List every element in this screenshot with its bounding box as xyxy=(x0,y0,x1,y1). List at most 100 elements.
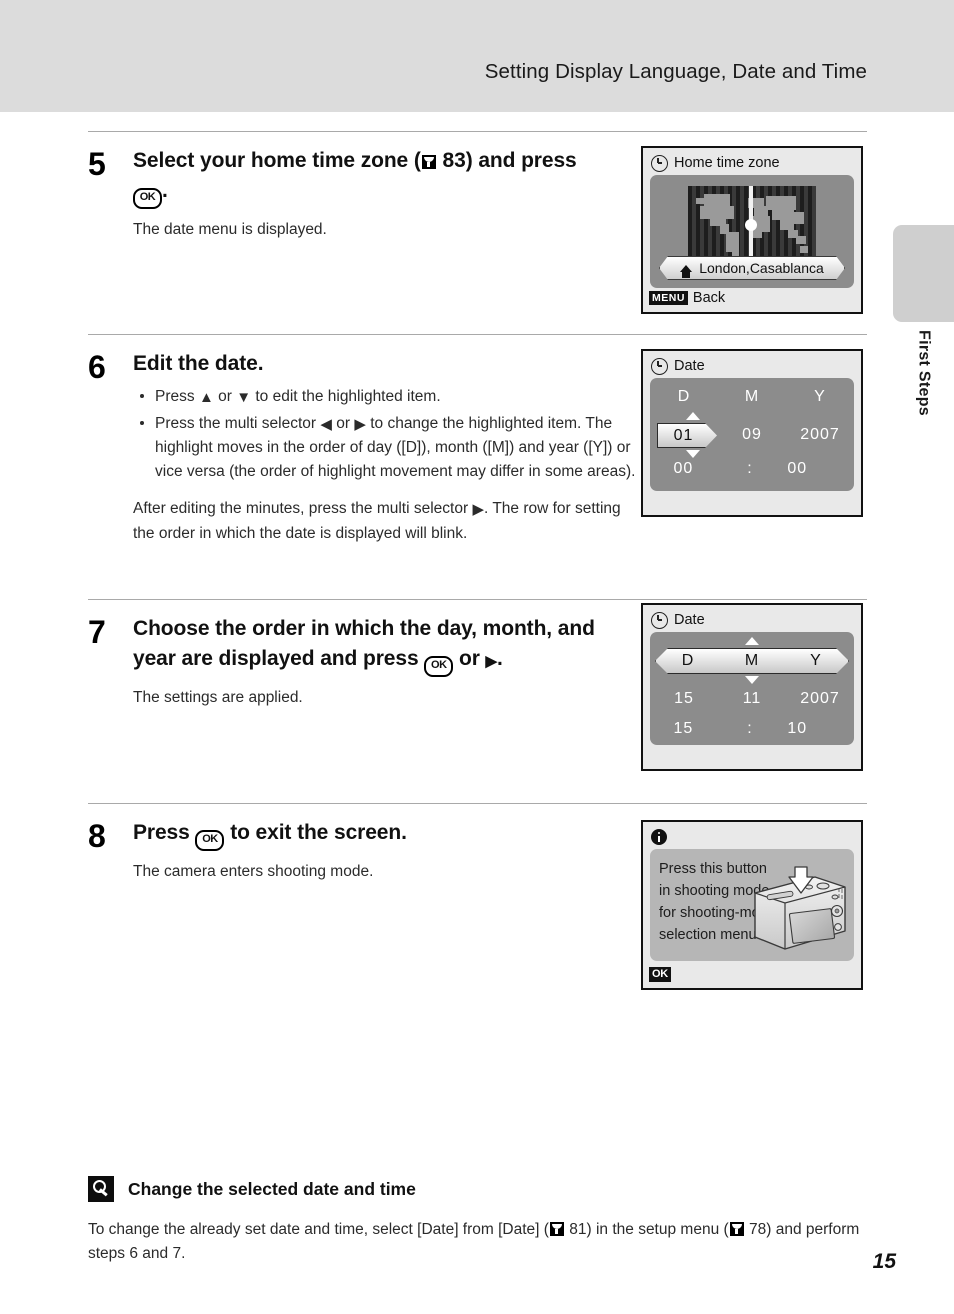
screen-footer: OK xyxy=(649,963,855,985)
step-6-heading: Edit the date. xyxy=(133,352,264,375)
year-value: 2007 xyxy=(800,426,840,443)
world-map xyxy=(688,186,816,261)
book-reference-icon xyxy=(421,155,436,169)
decrement-arrow-icon[interactable] xyxy=(745,676,759,684)
screen-panel: London,Casablanca xyxy=(650,175,854,288)
month-value: 09 xyxy=(742,426,762,443)
time-separator: : xyxy=(747,720,753,737)
col-header-day: D xyxy=(677,388,691,405)
increment-arrow-icon[interactable] xyxy=(686,412,700,420)
note-block: Change the selected date and time To cha… xyxy=(88,1176,878,1266)
step-6-para-text-a: After editing the minutes, press the mul… xyxy=(133,500,473,518)
date-grid: D M Y 15 11 2007 15 : 10 xyxy=(650,632,854,745)
screen-info-help: Press this button in shooting mode for s… xyxy=(641,820,863,990)
bullet-2-text-b: or xyxy=(331,415,355,433)
menu-button-icon: MENU xyxy=(649,291,688,305)
arrow-up-icon xyxy=(199,386,214,409)
date-order-highlight[interactable]: D M Y xyxy=(655,648,849,674)
note-title: Change the selected date and time xyxy=(128,1178,416,1199)
city-name: London,Casablanca xyxy=(699,260,824,276)
step-7-subtext: The settings are applied. xyxy=(133,688,303,706)
step-5-page-ref: 83 xyxy=(442,149,466,172)
screen-title-row: Date xyxy=(651,610,855,630)
step-8-subtext: The camera enters shooting mode. xyxy=(133,863,374,880)
date-grid: D M Y 01 09 2007 00: 00 xyxy=(650,378,854,491)
day-value: 15 xyxy=(674,690,694,707)
screen-title: Home time zone xyxy=(674,155,780,171)
screen-title-row: Date xyxy=(651,356,855,376)
tip-magnifier-icon xyxy=(88,1176,114,1202)
minute-value: 00 xyxy=(787,460,808,477)
camera-illustration xyxy=(749,865,849,955)
list-item: Press the multi selector or to change th… xyxy=(133,412,643,484)
screen-panel: D M Y 01 09 2007 00: 00 xyxy=(650,378,854,491)
bullet-1-text-c: to edit the highlighted item. xyxy=(251,387,441,405)
screen-title-row: Home time zone xyxy=(651,153,855,173)
page-number: 15 xyxy=(872,1250,896,1273)
arrow-down-icon xyxy=(236,386,251,409)
increment-arrow-icon[interactable] xyxy=(745,637,759,645)
city-selector[interactable]: London,Casablanca xyxy=(659,256,845,280)
screen-panel: D M Y 15 11 2007 15 : 10 xyxy=(650,632,854,745)
note-page-ref-1: 81 xyxy=(569,1221,587,1238)
ok-button-icon: OK xyxy=(195,830,225,851)
step-8-heading: Press OK to exit the screen. xyxy=(133,818,643,851)
chapter-tab-label: First Steps xyxy=(915,330,933,416)
chapter-tab-block xyxy=(893,225,954,322)
col-header-month: M xyxy=(744,388,760,405)
step-8-number: 8 xyxy=(88,818,106,854)
step-6: 6 Edit the date. Press or to edit the hi… xyxy=(88,335,867,597)
note-header: Change the selected date and time xyxy=(88,1176,878,1202)
screen-home-time-zone: Home time zone London,Casablanca MENU Ba… xyxy=(641,146,863,314)
order-day: D xyxy=(681,652,695,669)
step-7-heading: Choose the order in which the day, month… xyxy=(133,614,643,677)
hour-value: 00 xyxy=(673,460,694,477)
note-text-a: To change the already set date and time,… xyxy=(88,1221,549,1238)
list-item: Press or to edit the highlighted item. xyxy=(133,385,643,409)
bullet-1-text-b: or xyxy=(213,387,237,405)
minute-value: 10 xyxy=(787,720,808,737)
step-8: 8 Press OK to exit the screen. The camer… xyxy=(88,804,867,1018)
arrow-left-icon xyxy=(320,413,332,436)
arrow-right-icon xyxy=(486,651,497,672)
step-6-bullet-list: Press or to edit the highlighted item. P… xyxy=(133,385,643,485)
note-page-ref-2: 78 xyxy=(748,1221,767,1238)
step-6-paragraph: After editing the minutes, press the mul… xyxy=(133,497,643,545)
time-separator: : xyxy=(747,460,753,477)
home-icon xyxy=(680,265,692,272)
book-reference-icon xyxy=(549,1222,564,1236)
step-5-heading-text-c: . xyxy=(162,178,168,202)
month-value: 11 xyxy=(742,690,762,707)
arrow-right-icon xyxy=(354,413,366,436)
step-5-heading-text-b: ) and press xyxy=(465,149,577,172)
col-header-year: Y xyxy=(814,388,826,405)
step-8-heading-text-a: Press xyxy=(133,821,196,844)
clock-icon xyxy=(651,154,668,172)
decrement-arrow-icon[interactable] xyxy=(686,450,700,458)
step-7-heading-text-a: Choose the order in which the day, month… xyxy=(133,617,595,670)
page-header-band xyxy=(0,0,954,112)
order-month: M xyxy=(744,652,760,669)
step-5-heading-text-a: Select your home time zone ( xyxy=(133,149,421,172)
back-label: Back xyxy=(692,290,726,306)
note-body: To change the already set date and time,… xyxy=(88,1218,878,1266)
note-text-b: ) in the setup menu ( xyxy=(586,1221,729,1238)
screen-title: Date xyxy=(674,612,705,628)
bullet-2-text-a: Press the multi selector xyxy=(155,415,321,433)
ok-button-icon: OK xyxy=(133,187,162,209)
step-6-number: 6 xyxy=(88,349,106,385)
timezone-marker xyxy=(745,219,757,231)
screen-title: Date xyxy=(674,358,705,374)
step-7: 7 Choose the order in which the day, mon… xyxy=(88,600,867,803)
clock-icon xyxy=(651,611,668,629)
step-5-heading: Select your home time zone ( 83) and pre… xyxy=(133,146,643,209)
hour-value: 15 xyxy=(673,720,694,737)
day-spacer xyxy=(650,426,718,444)
step-5-subtext: The date menu is displayed. xyxy=(133,220,327,238)
step-7-heading-text-b: or xyxy=(453,646,486,670)
screen-footer: MENU Back xyxy=(649,287,855,309)
info-icon xyxy=(651,829,667,845)
year-value: 2007 xyxy=(800,690,840,707)
ok-button-icon: OK xyxy=(649,966,671,982)
arrow-right-icon xyxy=(472,498,484,521)
